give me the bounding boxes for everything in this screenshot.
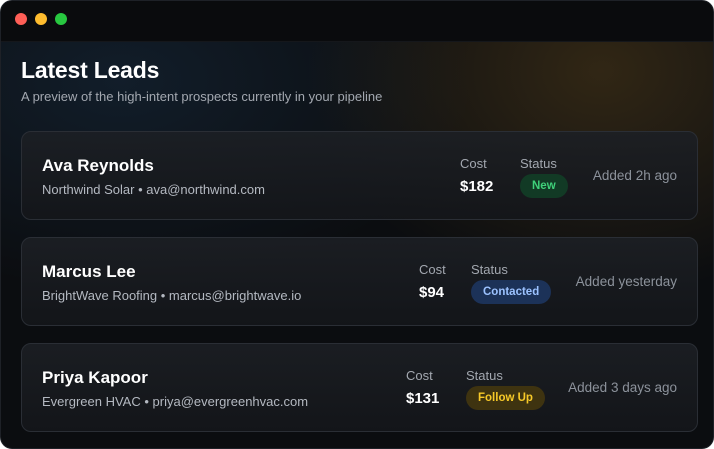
added-timestamp: Added 3 days ago xyxy=(568,380,677,395)
window-minimize-button[interactable] xyxy=(35,13,47,25)
added-timestamp: Added 2h ago xyxy=(592,168,677,183)
window-maximize-button[interactable] xyxy=(55,13,67,25)
window-close-button[interactable] xyxy=(15,13,27,25)
lead-name: Ava Reynolds xyxy=(42,156,154,175)
status-badge: Follow Up xyxy=(466,386,545,410)
lead-card[interactable]: Priya Kapoor Evergreen HVAC • priya@ever… xyxy=(21,343,698,432)
status-label: Status xyxy=(471,262,508,277)
cost-value: $182 xyxy=(460,178,494,195)
window-titlebar xyxy=(1,1,713,42)
lead-name: Priya Kapoor xyxy=(42,368,148,387)
lead-company-email: Northwind Solar • ava@northwind.com xyxy=(42,182,265,197)
cost-label: Cost xyxy=(419,262,446,277)
page-subtitle: A preview of the high-intent prospects c… xyxy=(21,89,383,104)
lead-company-email: BrightWave Roofing • marcus@brightwave.i… xyxy=(42,288,302,303)
added-timestamp: Added yesterday xyxy=(575,274,677,289)
cost-label: Cost xyxy=(460,156,487,171)
cost-value: $131 xyxy=(406,390,440,407)
status-label: Status xyxy=(520,156,557,171)
cost-value: $94 xyxy=(419,284,445,301)
lead-card[interactable]: Marcus Lee BrightWave Roofing • marcus@b… xyxy=(21,237,698,326)
app-window: Latest Leads A preview of the high-inten… xyxy=(0,0,714,449)
lead-company-email: Evergreen HVAC • priya@evergreenhvac.com xyxy=(42,394,309,409)
cost-label: Cost xyxy=(406,368,433,383)
status-badge: Contacted xyxy=(471,280,552,304)
status-label: Status xyxy=(466,368,503,383)
lead-card[interactable]: Ava Reynolds Northwind Solar • ava@north… xyxy=(21,131,698,220)
status-badge: New xyxy=(520,174,568,198)
lead-name: Marcus Lee xyxy=(42,262,136,281)
page-title: Latest Leads xyxy=(21,57,160,83)
